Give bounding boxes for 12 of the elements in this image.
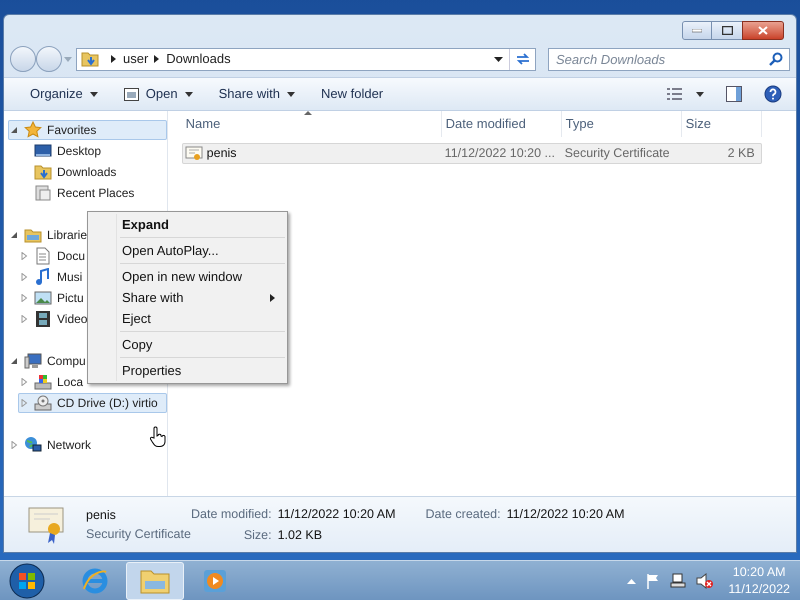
detail-value: 1.02 KB	[278, 526, 324, 544]
table-cell-text: 11/12/2022 10:20 ...	[444, 145, 556, 162]
file-name: penis	[206, 145, 237, 162]
detail-label: Date modified:	[191, 506, 272, 523]
detail-value: 11/12/2022 10:20 AM	[278, 506, 396, 523]
detail-value: 11/12/2022 10:20 AM	[506, 506, 624, 523]
file-type: Security Certificate	[86, 526, 191, 543]
detail-label: Date created:	[424, 506, 501, 523]
table-cell-text: 2 KB	[726, 145, 755, 162]
table-cell-text: Security Certificate	[564, 145, 671, 162]
file-name: penis	[86, 506, 117, 524]
detail-label: Size:	[242, 526, 272, 544]
